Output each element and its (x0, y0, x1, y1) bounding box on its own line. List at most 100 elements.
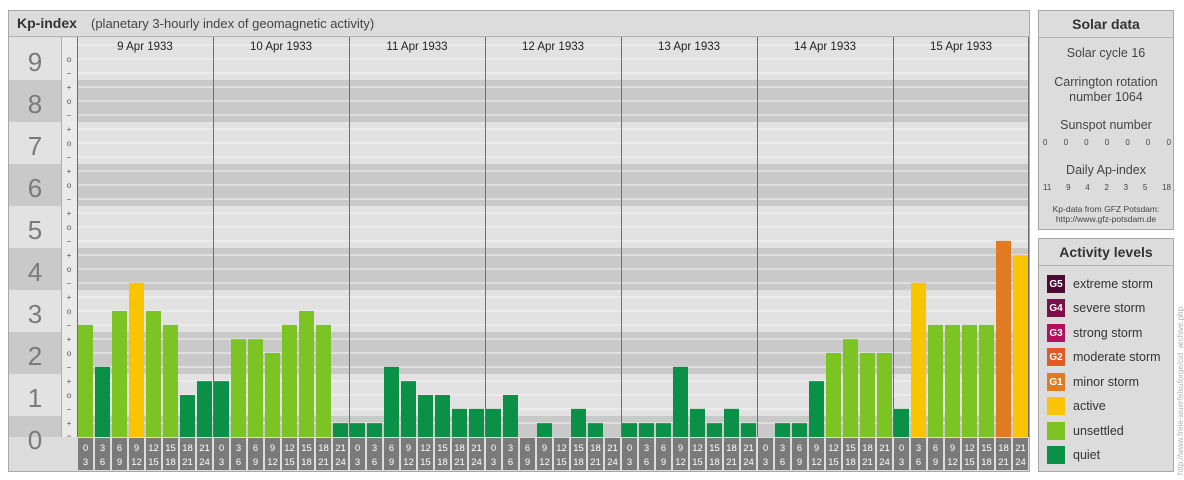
hour-end-label: 6 (372, 457, 377, 468)
hour-end-label: 15 (148, 457, 159, 468)
hour-start-label: 12 (420, 443, 431, 454)
kp-bar (622, 423, 637, 437)
hour-start-label: 0 (627, 443, 632, 454)
activity-levels-title: Activity levels (1039, 239, 1173, 266)
hour-start-label: 3 (236, 443, 241, 454)
hour-start-label: 9 (134, 443, 139, 454)
y-tick-label: 8 (28, 89, 42, 119)
hour-end-label: 3 (355, 457, 360, 468)
source-line-1: Kp-data from GFZ Potsdam: (1052, 204, 1160, 214)
hour-end-label: 18 (981, 457, 992, 468)
legend-swatch (1047, 446, 1065, 464)
hour-end-label: 15 (420, 457, 431, 468)
hour-end-label: 24 (879, 457, 890, 468)
kp-bar (775, 423, 790, 437)
day-label: 14 Apr 1933 (794, 41, 856, 53)
y-tick-label: 3 (28, 299, 42, 329)
kp-bar (1013, 255, 1028, 437)
hour-start-label: 3 (916, 443, 921, 454)
legend-swatch: G2 (1047, 348, 1065, 366)
day-label: 13 Apr 1933 (658, 41, 720, 53)
y-minor-label: o (67, 181, 72, 190)
hour-end-label: 18 (437, 457, 448, 468)
ap-value: 5 (1142, 183, 1148, 192)
source-link[interactable]: http://www.gfz-potsdam.de (1039, 214, 1173, 224)
hour-start-label: 0 (83, 443, 88, 454)
hour-start-label: 9 (542, 443, 547, 454)
hour-start-label: 12 (964, 443, 975, 454)
legend-item-severe-storm: G4 severe storm (1047, 298, 1145, 318)
kp-bar (724, 408, 739, 437)
kp-bar (503, 395, 518, 437)
legend-item-strong-storm: G3 strong storm (1047, 323, 1142, 343)
hour-end-label: 9 (389, 457, 394, 468)
hour-start-label: 15 (573, 443, 584, 454)
hour-end-label: 21 (998, 457, 1009, 468)
y-minor-label: − (67, 111, 72, 120)
kp-bar (741, 423, 756, 437)
hour-end-label: 6 (100, 457, 105, 468)
sunspot-value: 0 (1043, 138, 1048, 147)
y-minor-label: + (67, 167, 72, 176)
kp-bar (996, 240, 1011, 437)
carrington-line-2: number 1064 (1069, 90, 1143, 104)
kp-bar (129, 282, 144, 437)
ap-index-label: Daily Ap-index (1066, 163, 1146, 177)
hour-end-label: 9 (797, 457, 802, 468)
y-minor-label: o (67, 307, 72, 316)
sunspot-value: 0 (1166, 138, 1171, 147)
hour-start-label: 6 (661, 443, 666, 454)
kp-bar (350, 423, 365, 437)
kp-bar (843, 339, 858, 437)
hour-end-label: 15 (692, 457, 703, 468)
hour-start-label: 21 (471, 443, 482, 454)
hour-end-label: 12 (675, 457, 686, 468)
y-minor-label: − (67, 321, 72, 330)
ap-value: 2 (1104, 183, 1109, 192)
kp-bar (418, 395, 433, 437)
hour-start-label: 18 (454, 443, 465, 454)
legend-label: unsettled (1073, 424, 1124, 438)
hour-end-label: 12 (267, 457, 278, 468)
hour-start-label: 12 (828, 443, 839, 454)
kp-bar (435, 395, 450, 437)
hour-start-label: 9 (406, 443, 411, 454)
y-minor-label: + (67, 293, 72, 302)
kp-bar (571, 408, 586, 437)
kp-bar (469, 408, 484, 437)
hour-end-label: 18 (709, 457, 720, 468)
sunspot-value: 0 (1145, 138, 1151, 147)
legend-label: active (1073, 399, 1106, 413)
kp-bar (452, 408, 467, 437)
hour-end-label: 6 (644, 457, 649, 468)
hour-start-label: 15 (165, 443, 176, 454)
ap-value: 18 (1162, 183, 1171, 192)
hour-end-label: 18 (573, 457, 584, 468)
bottom-corner (61, 437, 77, 471)
hour-start-label: 3 (644, 443, 649, 454)
kp-bar (112, 311, 127, 437)
legend-swatch: G1 (1047, 373, 1065, 391)
kp-bar (860, 353, 875, 437)
legend-item-quiet: quiet (1047, 445, 1100, 465)
kp-bar (639, 423, 654, 437)
hour-start-label: 6 (933, 443, 938, 454)
day-label: 11 Apr 1933 (386, 41, 447, 53)
kp-bar (809, 381, 824, 437)
legend-swatch: G3 (1047, 324, 1065, 342)
kp-bar (894, 408, 909, 437)
y-tick-label: 0 (28, 425, 42, 455)
kp-bar (911, 282, 926, 437)
hour-start-label: 18 (318, 443, 329, 454)
ap-value: 11 (1043, 183, 1052, 192)
hour-end-label: 15 (556, 457, 567, 468)
kp-bar (486, 408, 501, 437)
hour-start-label: 21 (199, 443, 210, 454)
hour-start-label: 3 (100, 443, 105, 454)
y-tick-label: 1 (28, 383, 42, 413)
hour-start-label: 0 (491, 443, 496, 454)
y-minor-label: + (67, 125, 72, 134)
hour-start-label: 3 (508, 443, 513, 454)
legend-swatch: G4 (1047, 299, 1065, 317)
legend-label: strong storm (1073, 326, 1143, 340)
